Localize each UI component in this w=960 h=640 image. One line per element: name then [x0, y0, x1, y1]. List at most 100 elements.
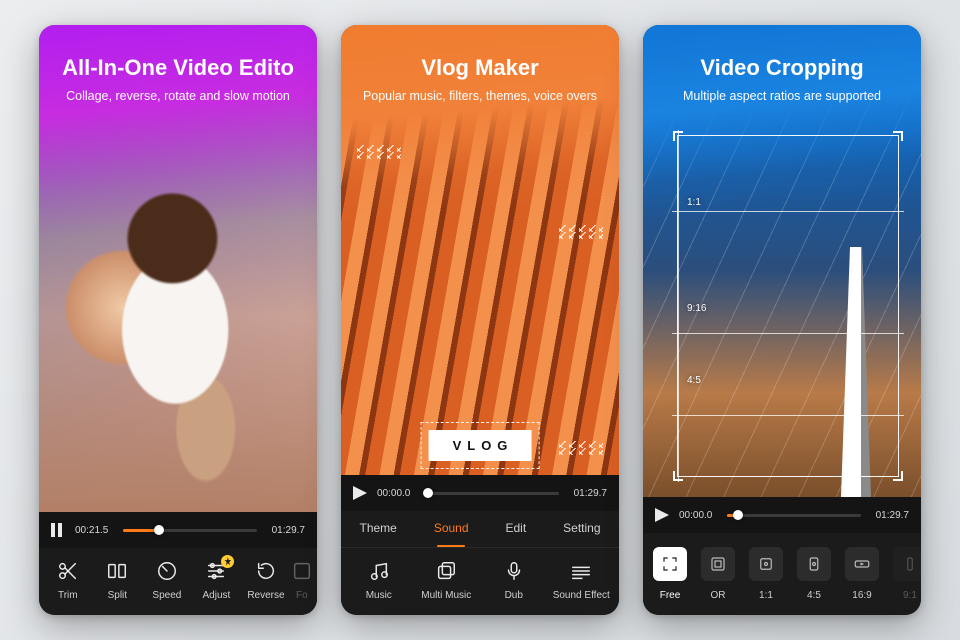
tool-sound-effect[interactable]: Sound Effect: [548, 560, 616, 601]
crop-handle[interactable]: [673, 131, 683, 141]
hero-subtitle: Multiple aspect ratios are supported: [643, 89, 921, 103]
overlay-ratio-11: 1:1: [687, 197, 701, 208]
time-total: 01:29.7: [871, 510, 909, 521]
tool-multi-music[interactable]: Multi Music: [413, 560, 481, 601]
crop-handle[interactable]: [893, 471, 903, 481]
panel-vlog-maker: Vlog Maker Popular music, filters, theme…: [341, 25, 619, 615]
toolbar-editor: Trim Split Speed Adjust Reverse: [39, 548, 317, 615]
hero-person: [39, 132, 317, 512]
hero-vlog: Vlog Maker Popular music, filters, theme…: [341, 25, 619, 475]
play-icon[interactable]: [655, 508, 669, 522]
seek-handle[interactable]: [154, 525, 164, 535]
zigzag-icon: [559, 441, 603, 455]
scissors-icon: [57, 560, 79, 582]
wide-icon: [845, 547, 879, 581]
tool-label: Fo: [296, 590, 308, 601]
play-icon[interactable]: [353, 486, 367, 500]
overlay-ratio-916: 9:16: [687, 303, 706, 314]
ratio-label: 16:9: [852, 590, 871, 601]
ratio-free[interactable]: Free: [653, 547, 687, 601]
reverse-icon: [255, 560, 277, 582]
ratio-label: OR: [711, 590, 726, 601]
time-total: 01:29.7: [267, 525, 305, 536]
crop-handle[interactable]: [673, 471, 683, 481]
playbar: 00:21.5 01:29.7: [39, 512, 317, 548]
more-icon: [291, 560, 313, 582]
tool-label: Split: [108, 590, 127, 601]
ratio-row: Free OR 1:1 4:5 16:9: [643, 533, 921, 615]
tab-theme[interactable]: Theme: [355, 511, 400, 547]
crop-handle[interactable]: [893, 131, 903, 141]
seek-handle[interactable]: [423, 488, 433, 498]
tool-label: Adjust: [203, 590, 231, 601]
tool-label: Speed: [152, 590, 181, 601]
crop-free-icon: [653, 547, 687, 581]
ratio-9-16[interactable]: 9:1: [893, 547, 921, 601]
tab-setting[interactable]: Setting: [559, 511, 604, 547]
zigzag-icon: [357, 145, 401, 159]
ratio-label: Free: [660, 590, 681, 601]
ratio-label: 9:1: [903, 590, 917, 601]
hero-title: Vlog Maker: [341, 55, 619, 81]
panel-video-cropping: Video Cropping Multiple aspect ratios ar…: [643, 25, 921, 615]
sound-effect-icon: [570, 560, 592, 582]
crop-frame[interactable]: [677, 135, 899, 477]
time-current: 00:00.0: [377, 488, 415, 499]
ratio-original[interactable]: OR: [701, 547, 735, 601]
tool-adjust[interactable]: Adjust: [192, 560, 242, 601]
ratio-1-1[interactable]: 1:1: [749, 547, 783, 601]
hero-subtitle: Popular music, filters, themes, voice ov…: [341, 89, 619, 103]
tool-label: Reverse: [247, 590, 284, 601]
playbar: 00:00.0 01:29.7: [341, 475, 619, 511]
hero-crop: Video Cropping Multiple aspect ratios ar…: [643, 25, 921, 497]
tool-label: Trim: [58, 590, 78, 601]
toolbar-vlog: Music Multi Music Dub Sound Effect: [341, 548, 619, 615]
tool-speed[interactable]: Speed: [142, 560, 192, 601]
music-icon: [368, 560, 390, 582]
tall-icon: [893, 547, 921, 581]
pause-icon[interactable]: [51, 523, 65, 537]
vlog-badge: VLOG: [429, 430, 532, 461]
seek-track[interactable]: [727, 514, 861, 517]
multi-music-icon: [435, 560, 457, 582]
hero-editor: All-In-One Video Edito Collage, reverse,…: [39, 25, 317, 512]
ratio-label: 4:5: [807, 590, 821, 601]
speed-icon: [156, 560, 178, 582]
tool-more[interactable]: Fo: [291, 560, 313, 601]
portrait-icon: [797, 547, 831, 581]
original-icon: [701, 547, 735, 581]
premium-badge-icon: [221, 555, 234, 568]
seek-handle[interactable]: [733, 510, 743, 520]
tool-label: Dub: [505, 590, 523, 601]
mic-icon: [503, 560, 525, 582]
tool-label: Music: [366, 590, 392, 601]
seek-track[interactable]: [425, 492, 559, 495]
tool-label: Multi Music: [421, 590, 471, 601]
overlay-ratio-45: 4:5: [687, 375, 701, 386]
sound-tabs: Theme Sound Edit Setting: [341, 511, 619, 548]
hero-title: Video Cropping: [643, 55, 921, 81]
ratio-4-5[interactable]: 4:5: [797, 547, 831, 601]
tool-dub[interactable]: Dub: [480, 560, 548, 601]
tool-music[interactable]: Music: [345, 560, 413, 601]
ratio-label: 1:1: [759, 590, 773, 601]
tool-split[interactable]: Split: [93, 560, 143, 601]
time-total: 01:29.7: [569, 488, 607, 499]
tab-sound[interactable]: Sound: [430, 511, 473, 547]
sliders-icon: [205, 560, 227, 582]
hero-subtitle: Collage, reverse, rotate and slow motion: [39, 89, 317, 103]
zigzag-icon: [559, 225, 603, 239]
panel-video-editor: All-In-One Video Edito Collage, reverse,…: [39, 25, 317, 615]
hero-title: All-In-One Video Edito: [39, 55, 317, 81]
time-current: 00:21.5: [75, 525, 113, 536]
tab-edit[interactable]: Edit: [501, 511, 530, 547]
square-icon: [749, 547, 783, 581]
split-icon: [106, 560, 128, 582]
time-current: 00:00.0: [679, 510, 717, 521]
playbar: 00:00.0 01:29.7: [643, 497, 921, 533]
tool-reverse[interactable]: Reverse: [241, 560, 291, 601]
tool-label: Sound Effect: [553, 590, 610, 601]
tool-trim[interactable]: Trim: [43, 560, 93, 601]
seek-track[interactable]: [123, 529, 257, 532]
ratio-16-9[interactable]: 16:9: [845, 547, 879, 601]
